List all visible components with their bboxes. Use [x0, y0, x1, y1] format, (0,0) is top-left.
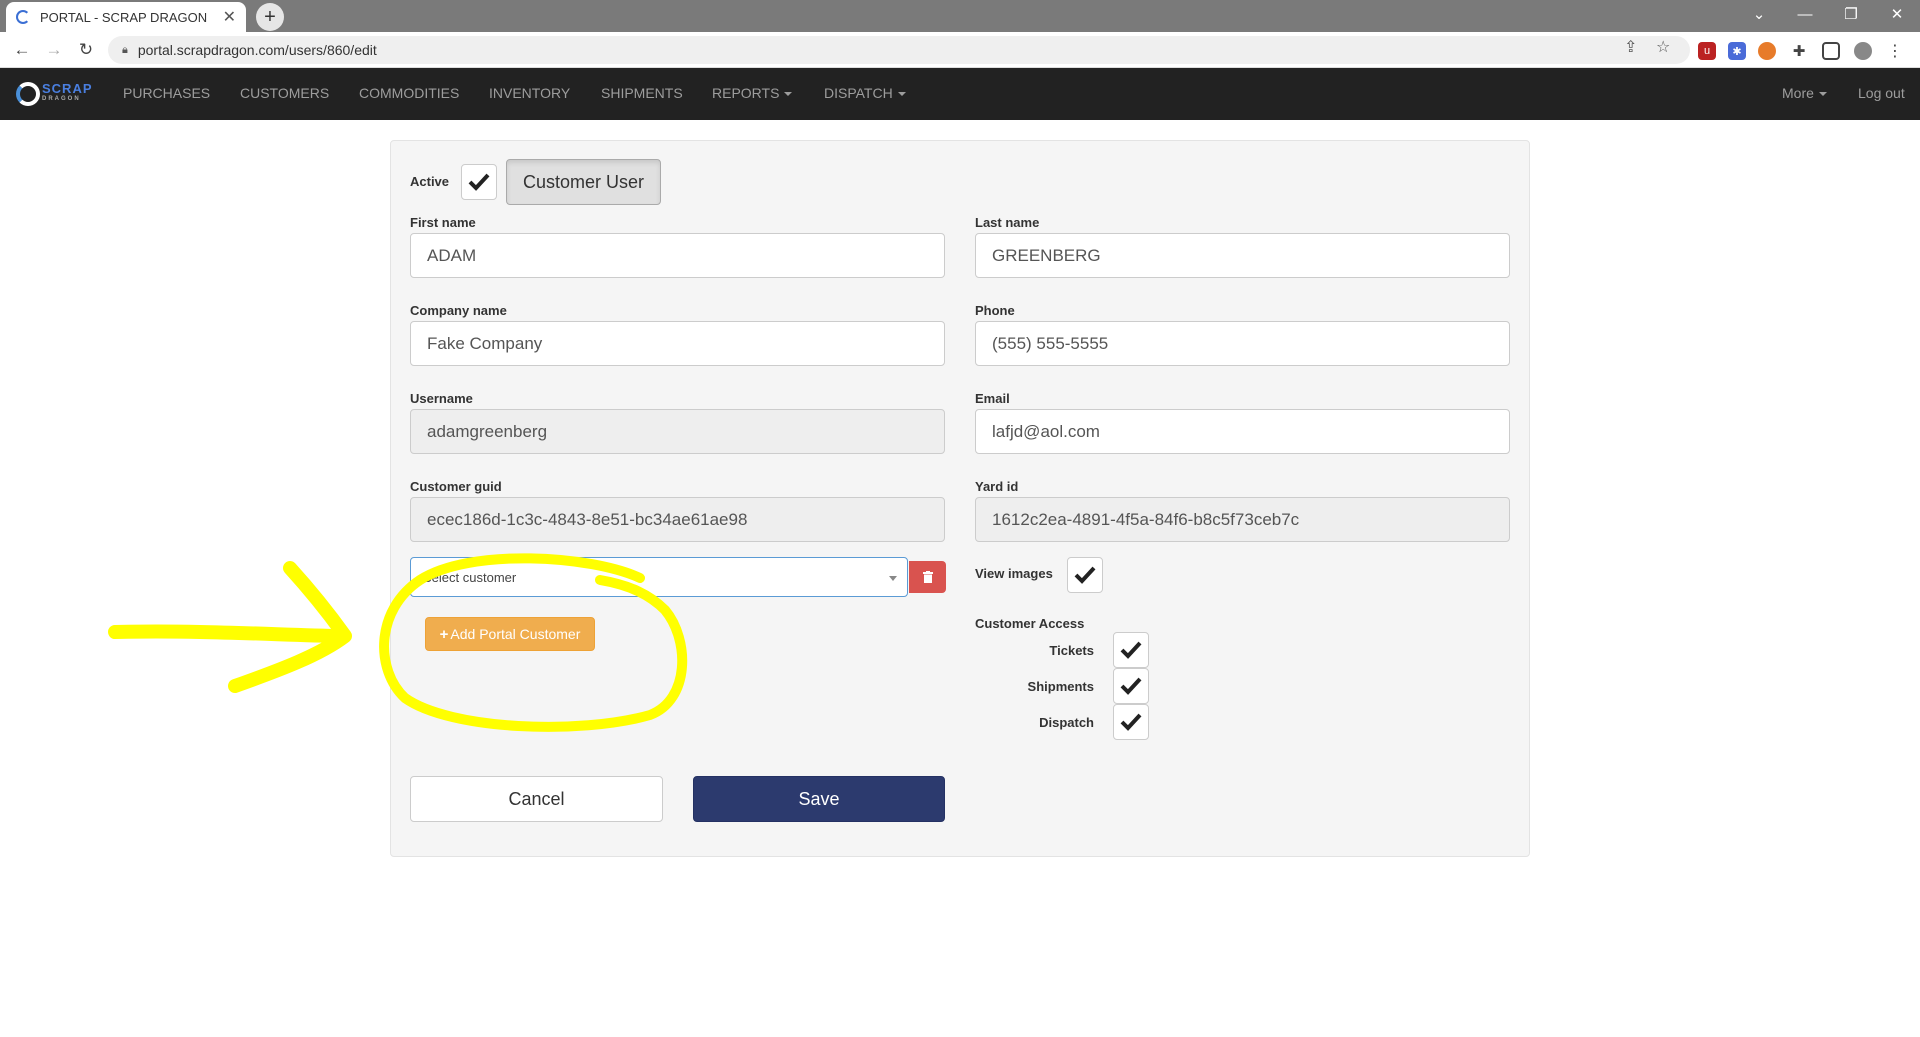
save-button[interactable]: Save [693, 776, 945, 822]
extension-gear-icon[interactable]: ✱ [1728, 42, 1746, 60]
yard-id-label: Yard id [975, 479, 1019, 494]
nav-commodities[interactable]: COMMODITIES [359, 85, 459, 101]
caret-down-icon [784, 92, 793, 97]
caret-down-icon [1818, 92, 1827, 97]
nav-inventory[interactable]: INVENTORY [489, 85, 570, 101]
nav-logout[interactable]: Log out [1858, 85, 1905, 101]
phone-field[interactable]: (555) 555-5555 [975, 321, 1510, 366]
browser-toolbar: ← → ↻ 🔒︎ portal.scrapdragon.com/users/86… [0, 32, 1920, 68]
last-name-label: Last name [975, 215, 1040, 230]
nav-dispatch-label: DISPATCH [824, 85, 893, 101]
select-customer-dropdown[interactable]: Select customer [410, 557, 908, 597]
nav-more-label: More [1782, 85, 1814, 101]
tab-search-icon[interactable]: ⌄ [1736, 0, 1782, 28]
reload-icon[interactable]: ↻ [74, 38, 98, 62]
forward-icon[interactable]: → [42, 38, 66, 62]
nav-reports-label: REPORTS [712, 85, 780, 101]
extension-orange-icon[interactable] [1758, 42, 1776, 60]
active-label: Active [410, 174, 450, 189]
app-navbar: SCRAP DRAGON PURCHASES CUSTOMERS COMMODI… [0, 68, 1920, 120]
trash-icon [922, 571, 933, 583]
dropdown-caret-icon [889, 576, 897, 581]
address-bar[interactable]: 🔒︎ portal.scrapdragon.com/users/860/edit [108, 36, 1690, 64]
username-label: Username [410, 391, 473, 406]
delete-customer-button[interactable] [909, 561, 946, 593]
access-dispatch-label: Dispatch [1039, 715, 1094, 730]
access-tickets-checkbox[interactable] [1113, 632, 1149, 668]
plus-icon: + [439, 625, 449, 643]
checkmark-icon [1120, 677, 1142, 695]
customer-guid-label: Customer guid [410, 479, 502, 494]
browser-menu-icon[interactable]: ⋮ [1886, 42, 1904, 60]
active-checkbox[interactable] [461, 164, 497, 200]
phone-label: Phone [975, 303, 1015, 318]
last-name-field[interactable]: GREENBERG [975, 233, 1510, 278]
site-favicon-icon [16, 10, 30, 24]
share-icon[interactable]: ⇪ [1624, 37, 1637, 57]
checkmark-icon [1074, 566, 1096, 584]
nav-dispatch-dropdown[interactable]: DISPATCH [824, 85, 906, 101]
browser-tab[interactable]: PORTAL - SCRAP DRAGON ✕ [6, 2, 246, 32]
first-name-label: First name [410, 215, 476, 230]
close-window-icon[interactable]: ✕ [1874, 0, 1920, 28]
checkmark-icon [468, 173, 490, 191]
add-portal-customer-button[interactable]: + Add Portal Customer [425, 617, 595, 651]
minimize-icon[interactable]: — [1782, 0, 1828, 28]
nav-more-dropdown[interactable]: More [1782, 85, 1827, 101]
side-panel-icon[interactable] [1822, 42, 1840, 60]
tab-close-icon[interactable]: ✕ [223, 7, 236, 27]
access-shipments-label: Shipments [1027, 679, 1094, 694]
restore-icon[interactable]: ❐ [1828, 0, 1874, 28]
access-tickets-label: Tickets [1049, 643, 1094, 658]
caret-down-icon [897, 92, 906, 97]
tab-title: PORTAL - SCRAP DRAGON [40, 9, 208, 25]
access-shipments-checkbox[interactable] [1113, 668, 1149, 704]
customer-guid-field[interactable]: ecec186d-1c3c-4843-8e51-bc34ae61ae98 [410, 497, 945, 542]
extension-ublock-icon[interactable]: u [1698, 42, 1716, 60]
nav-purchases[interactable]: PURCHASES [123, 85, 210, 101]
lock-icon: 🔒︎ [122, 43, 128, 56]
cancel-button[interactable]: Cancel [410, 776, 663, 822]
bookmark-star-icon[interactable]: ☆ [1656, 37, 1670, 57]
scrap-dragon-logo[interactable]: SCRAP DRAGON [16, 82, 93, 106]
logo-mark-icon [16, 82, 40, 106]
company-name-label: Company name [410, 303, 507, 318]
extensions-puzzle-icon[interactable]: ✚ [1790, 42, 1808, 60]
nav-shipments[interactable]: SHIPMENTS [601, 85, 683, 101]
browser-tabstrip: PORTAL - SCRAP DRAGON ✕ + ⌄ — ❐ ✕ [0, 0, 1920, 32]
view-images-checkbox[interactable] [1067, 557, 1103, 593]
view-images-label: View images [975, 566, 1053, 581]
annotation-arrow [108, 561, 352, 693]
nav-reports-dropdown[interactable]: REPORTS [712, 85, 793, 101]
customer-access-label: Customer Access [975, 616, 1085, 631]
email-field[interactable]: lafjd@aol.com [975, 409, 1510, 454]
yard-id-field[interactable]: 1612c2ea-4891-4f5a-84f6-b8c5f73ceb7c [975, 497, 1510, 542]
back-icon[interactable]: ← [10, 38, 34, 62]
checkmark-icon [1120, 641, 1142, 659]
add-portal-customer-label: Add Portal Customer [450, 626, 581, 642]
url-text: portal.scrapdragon.com/users/860/edit [137, 42, 377, 58]
select-customer-placeholder: Select customer [423, 569, 517, 585]
checkmark-icon [1120, 713, 1142, 731]
email-label: Email [975, 391, 1010, 406]
customer-user-role-button[interactable]: Customer User [506, 159, 661, 205]
access-dispatch-checkbox[interactable] [1113, 704, 1149, 740]
profile-avatar[interactable] [1854, 42, 1872, 60]
new-tab-button[interactable]: + [256, 3, 284, 31]
username-field[interactable]: adamgreenberg [410, 409, 945, 454]
first-name-field[interactable]: ADAM [410, 233, 945, 278]
company-name-field[interactable]: Fake Company [410, 321, 945, 366]
nav-customers[interactable]: CUSTOMERS [240, 85, 329, 101]
